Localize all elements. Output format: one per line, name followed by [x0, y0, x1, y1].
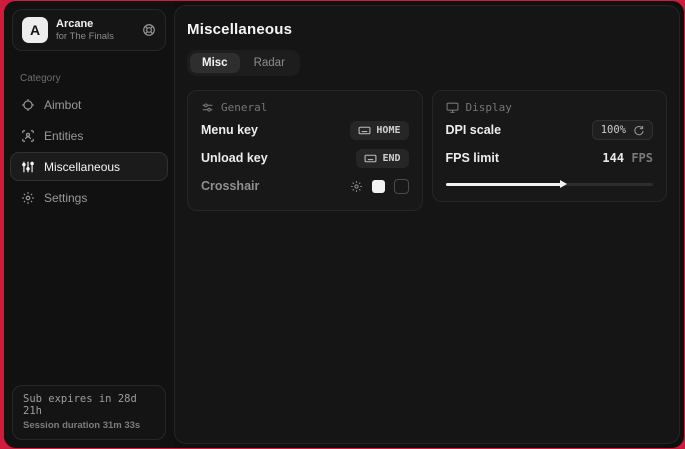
- menu-key-row: Menu key HOME: [201, 118, 409, 142]
- sliders-icon: [21, 160, 35, 174]
- session-duration-text: Session duration 31m 33s: [23, 420, 155, 431]
- dpi-scale-value: 100%: [601, 124, 626, 136]
- fps-limit-value: 144 FPS: [602, 151, 653, 165]
- sidebar-item-label: Aimbot: [44, 98, 81, 112]
- monitor-icon: [446, 101, 459, 114]
- menu-key-bind-button[interactable]: HOME: [350, 121, 408, 140]
- settings-cards: General Menu key HOME: [187, 90, 667, 211]
- unload-key-row: Unload key END: [201, 146, 409, 170]
- app-identity: Arcane for The Finals: [56, 18, 114, 42]
- menu-key-value: HOME: [376, 125, 400, 136]
- display-card-header: Display: [446, 101, 654, 114]
- crosshair-enable-checkbox[interactable]: [394, 179, 409, 194]
- app-logo: A: [22, 17, 48, 43]
- sidebar-item-miscellaneous[interactable]: Miscellaneous: [10, 152, 168, 181]
- keyboard-icon: [358, 124, 371, 137]
- sidebar-item-aimbot[interactable]: Aimbot: [10, 90, 168, 119]
- slider-fill: [446, 183, 562, 186]
- fps-number: 144: [602, 151, 624, 165]
- subscription-info-card: Sub expires in 28d 21h Session duration …: [12, 385, 166, 440]
- app-subtitle: for The Finals: [56, 31, 114, 42]
- display-card-title: Display: [466, 101, 512, 114]
- general-card-title: General: [221, 101, 267, 114]
- app-window: A Arcane for The Finals Category: [4, 1, 684, 448]
- display-card: Display DPI scale 100%: [432, 90, 668, 202]
- crosshair-icon: [21, 98, 35, 112]
- gear-icon: [21, 191, 35, 205]
- category-label: Category: [20, 73, 174, 84]
- tab-bar: Misc Radar: [187, 50, 300, 76]
- general-card: General Menu key HOME: [187, 90, 423, 211]
- sidebar-item-label: Miscellaneous: [44, 160, 120, 174]
- crosshair-row: Crosshair: [201, 174, 409, 198]
- crosshair-label: Crosshair: [201, 179, 259, 193]
- unload-key-bind-button[interactable]: END: [356, 149, 408, 168]
- dpi-scale-row: DPI scale 100%: [446, 118, 654, 142]
- app-title: Arcane: [56, 18, 114, 30]
- menu-key-label: Menu key: [201, 123, 258, 137]
- tab-misc[interactable]: Misc: [190, 53, 240, 73]
- general-card-header: General: [201, 101, 409, 114]
- fps-limit-label: FPS limit: [446, 151, 499, 165]
- refresh-icon[interactable]: [633, 125, 644, 136]
- fps-unit: FPS: [624, 151, 653, 165]
- dpi-scale-label: DPI scale: [446, 123, 502, 137]
- sidebar-nav: Aimbot Entities: [4, 90, 174, 212]
- dpi-scale-input[interactable]: 100%: [592, 120, 653, 140]
- fps-limit-row: FPS limit 144 FPS: [446, 146, 654, 170]
- page-title: Miscellaneous: [187, 21, 667, 38]
- sidebar-item-settings[interactable]: Settings: [10, 183, 168, 212]
- sidebar: A Arcane for The Finals Category: [4, 1, 174, 448]
- fps-limit-slider[interactable]: [446, 179, 654, 189]
- crosshair-color-swatch[interactable]: [372, 180, 385, 193]
- keyboard-icon: [364, 152, 377, 165]
- sliders-horizontal-icon: [201, 101, 214, 114]
- tab-radar[interactable]: Radar: [242, 53, 297, 73]
- main-panel: Miscellaneous Misc Radar General: [174, 5, 680, 444]
- crosshair-controls: [350, 179, 409, 194]
- sub-expires-text: Sub expires in 28d 21h: [23, 393, 155, 417]
- crosshair-settings-gear-icon[interactable]: [350, 180, 363, 193]
- sidebar-item-label: Entities: [44, 129, 83, 143]
- user-scan-icon: [21, 129, 35, 143]
- unload-key-label: Unload key: [201, 151, 268, 165]
- lifebuoy-icon[interactable]: [142, 23, 156, 37]
- unload-key-value: END: [382, 153, 400, 164]
- sidebar-item-entities[interactable]: Entities: [10, 121, 168, 150]
- slider-thumb[interactable]: [560, 180, 567, 188]
- sidebar-item-label: Settings: [44, 191, 87, 205]
- sidebar-header-card: A Arcane for The Finals: [12, 9, 166, 51]
